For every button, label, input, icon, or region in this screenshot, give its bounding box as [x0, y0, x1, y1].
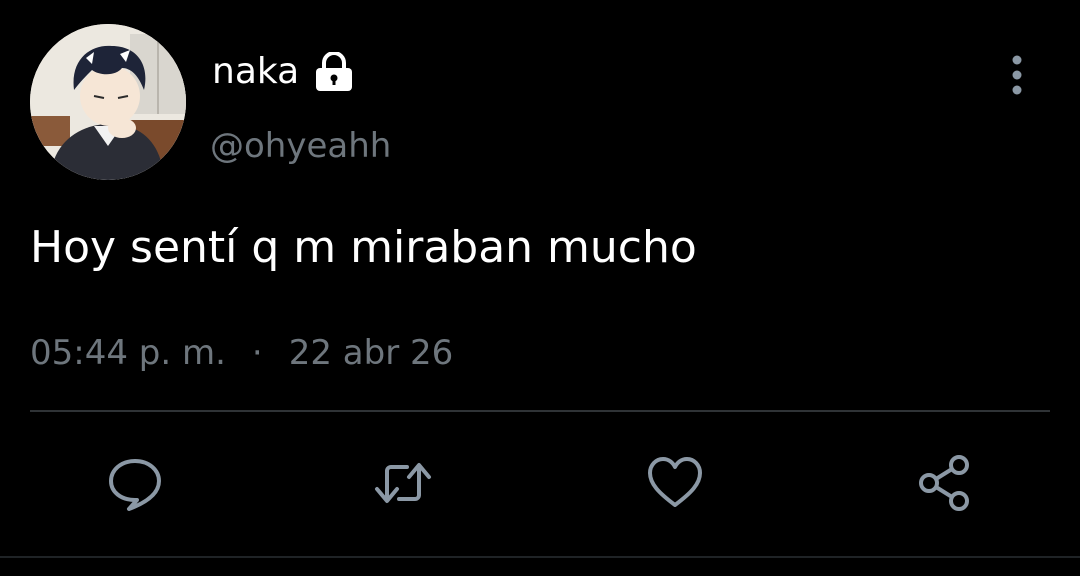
avatar-image [30, 24, 186, 180]
more-vertical-icon[interactable] [1004, 52, 1030, 98]
bottom-divider [0, 556, 1080, 558]
user-handle[interactable]: @ohyeahh [210, 124, 391, 168]
retweet-icon [373, 453, 433, 517]
meta-separator: · [251, 333, 263, 373]
tweet-text: Hoy sentí q m miraban mucho [30, 222, 697, 273]
tweet-timestamp: 05:44 p. m. · 22 abr 26 [30, 330, 453, 376]
retweet-button[interactable] [373, 455, 433, 515]
reply-button[interactable] [105, 455, 165, 515]
display-name[interactable]: naka [212, 50, 299, 94]
like-button[interactable] [645, 455, 705, 515]
lock-icon [311, 51, 357, 92]
share-button[interactable] [914, 455, 974, 515]
tweet-time: 05:44 p. m. [30, 333, 226, 373]
share-icon [914, 453, 974, 517]
tweet-card: naka @ohyeahh Hoy sentí q m miraban much… [0, 0, 1080, 576]
avatar[interactable] [30, 24, 186, 180]
divider [30, 410, 1050, 412]
heart-icon [645, 453, 705, 517]
author-name-row: naka [212, 50, 357, 94]
tweet-actions [0, 455, 1080, 515]
reply-icon [105, 453, 165, 517]
tweet-date: 22 abr 26 [288, 333, 454, 373]
